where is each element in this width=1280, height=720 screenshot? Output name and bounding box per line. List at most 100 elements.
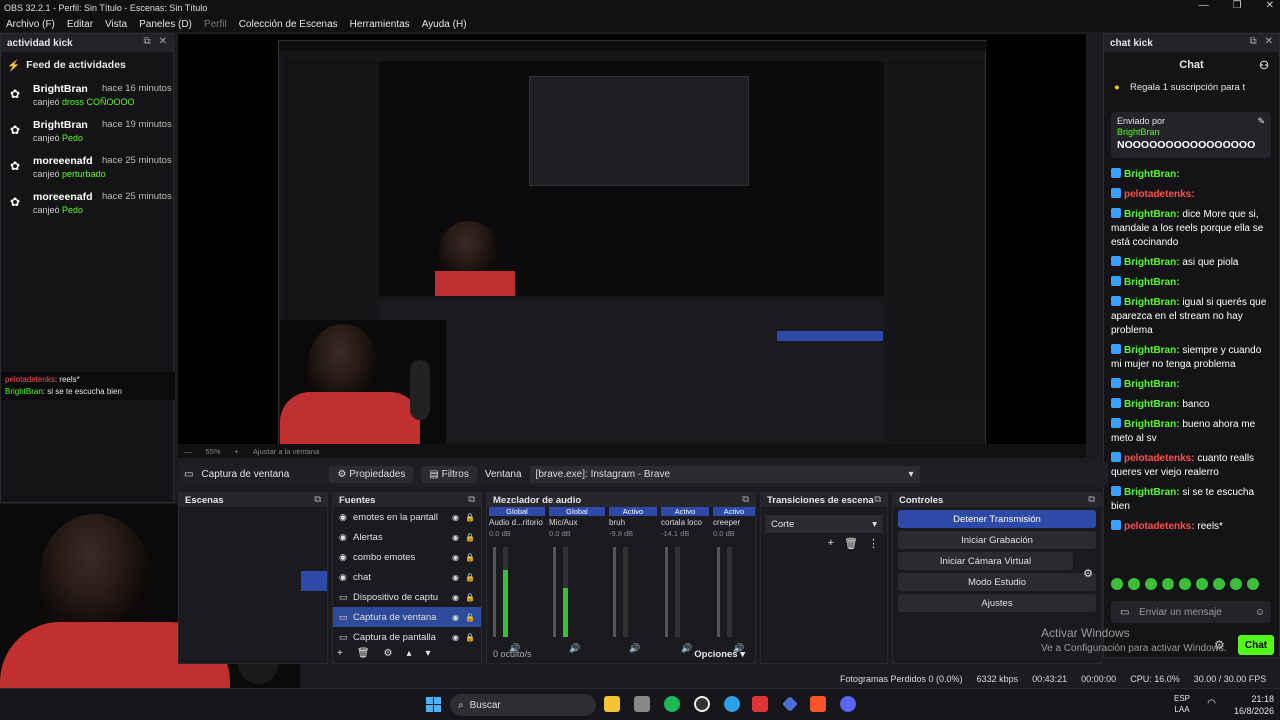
add-icon[interactable]: + [337,648,343,659]
volume-slider[interactable] [553,547,556,637]
visibility-icon[interactable]: ◉ [452,593,459,602]
dock-menu-icon[interactable]: ⧉ [874,494,881,505]
lock-icon[interactable]: 🔒 [465,513,475,522]
start-recording-button[interactable]: Iniciar Grabación [898,531,1096,549]
store-icon[interactable] [634,696,650,712]
speaker-icon[interactable]: 🔊 [681,643,692,654]
zoom-fit-select[interactable]: Ajustar a la ventana [253,447,319,456]
source-item[interactable]: ◉ Alertas ◉ 🔒 [333,527,481,547]
app-diamond-icon[interactable] [782,696,798,712]
emoji-icon[interactable]: ☺ [1255,607,1265,618]
language-indicator[interactable]: ESP LAA [1174,693,1190,715]
taskbar-search[interactable]: ⌕ Buscar [450,694,596,716]
chevron-down-icon[interactable]: ▾ [426,648,431,659]
selected-scene[interactable] [301,571,327,591]
gear-icon[interactable]: ⚙ [1083,567,1093,580]
chat-user[interactable]: pelotadetenks: [1124,189,1195,200]
visibility-icon[interactable]: ◉ [452,633,459,642]
settings-button[interactable]: Ajustes [898,594,1096,612]
close-icon[interactable]: ✕ [1266,0,1274,11]
gear-icon[interactable]: ⚙ [384,648,393,659]
float-icon[interactable]: ⧉ [1249,36,1256,47]
lock-icon[interactable]: 🔒 [465,613,475,622]
speaker-icon[interactable]: 🔊 [569,643,580,654]
chat-user[interactable]: BrightBran: [1124,277,1180,288]
chat-user[interactable]: BrightBran: [1124,209,1180,220]
pin-icon[interactable]: ✎ [1257,116,1265,127]
emote-icon[interactable] [1213,578,1225,590]
chat-user[interactable]: BrightBran: [1124,345,1180,356]
lock-icon[interactable]: 🔒 [465,573,475,582]
source-item-selected[interactable]: ▭ Captura de ventana ◉ 🔒 [333,607,481,627]
visibility-icon[interactable]: ◉ [452,573,459,582]
visibility-icon[interactable]: ◉ [452,613,459,622]
speaker-icon[interactable]: 🔊 [629,643,640,654]
volume-slider[interactable] [665,547,668,637]
minimize-icon[interactable]: — [1199,0,1209,11]
lock-icon[interactable]: 🔒 [465,533,475,542]
chat-user[interactable]: BrightBran: [1124,297,1180,308]
clock[interactable]: 21:18 16/8/2026 [1234,693,1274,717]
chat-send-button[interactable]: Chat [1238,635,1274,655]
emote-icon[interactable] [1145,578,1157,590]
source-item[interactable]: ▭ Captura de pantalla ◉ 🔒 [333,627,481,647]
menu-archivo[interactable]: Archivo (F) [6,19,55,30]
emote-icon[interactable] [1196,578,1208,590]
menu-ayuda[interactable]: Ayuda (H) [422,19,467,30]
source-item[interactable]: ▭ Dispositivo de captu ◉ 🔒 [333,587,481,607]
float-icon[interactable]: ⧉ [143,36,150,47]
visibility-icon[interactable]: ◉ [452,553,459,562]
obs-icon[interactable] [694,696,710,712]
brave-icon[interactable] [810,696,826,712]
studio-mode-button[interactable]: Modo Estudio [898,573,1096,591]
zoom-in-icon[interactable]: + [235,447,239,456]
emote-icon[interactable] [1162,578,1174,590]
close-dock-icon[interactable]: ✕ [1265,36,1273,47]
lock-icon[interactable]: 🔒 [465,633,475,642]
chat-user[interactable]: pelotadetenks: [1124,453,1195,464]
chat-user[interactable]: BrightBran: [1124,257,1180,268]
visibility-icon[interactable]: ◉ [452,513,459,522]
transition-select[interactable]: Corte ▾ [765,515,883,533]
add-icon[interactable]: + [828,537,834,550]
maximize-icon[interactable]: ❐ [1233,0,1242,11]
menu-herramientas[interactable]: Herramientas [350,19,410,30]
menu-vista[interactable]: Vista [105,19,127,30]
emote-icon[interactable] [1179,578,1191,590]
stop-stream-button[interactable]: Detener Transmisión [898,510,1096,528]
menu-editar[interactable]: Editar [67,19,93,30]
windows-start-icon[interactable] [426,697,441,712]
source-item[interactable]: ◉ emotes en la pantall ◉ 🔒 [333,507,481,527]
chat-user[interactable]: BrightBran: [1124,419,1180,430]
trash-icon[interactable]: 🗑 [844,537,858,550]
volume-slider[interactable] [493,547,496,637]
properties-button[interactable]: ⚙ Propiedades [329,465,414,483]
app-icon[interactable] [752,696,768,712]
discord-icon[interactable] [840,696,856,712]
chat-user[interactable]: pelotadetenks: [1124,521,1195,532]
emote-icon[interactable] [1128,578,1140,590]
menu-coleccion[interactable]: Colección de Escenas [239,19,338,30]
more-icon[interactable]: ⋮ [868,537,879,550]
volume-slider[interactable] [717,547,720,637]
edge-icon[interactable] [724,696,740,712]
zoom-out-icon[interactable]: — [184,447,192,456]
source-item[interactable]: ◉ combo emotes ◉ 🔒 [333,547,481,567]
dock-menu-icon[interactable]: ⧉ [314,494,321,505]
virtual-camera-button[interactable]: Iniciar Cámara Virtual [898,552,1073,570]
file-explorer-icon[interactable] [604,696,620,712]
menu-perfil[interactable]: Perfil [204,19,227,30]
dock-menu-icon[interactable]: ⧉ [742,494,749,505]
volume-slider[interactable] [613,547,616,637]
visibility-icon[interactable]: ◉ [452,533,459,542]
pinned-message[interactable]: Enviado por ✎ BrightBran NOOOOOOOOOOOOOOO… [1111,112,1271,158]
spotify-icon[interactable] [664,696,680,712]
chat-input[interactable]: ▭ Enviar un mensaje ☺ [1111,601,1271,623]
chevron-up-icon[interactable]: ▴ [407,648,412,659]
wifi-icon[interactable]: ◠ [1207,698,1216,709]
emote-icon[interactable] [1111,578,1123,590]
dock-menu-icon[interactable]: ⧉ [1088,494,1095,505]
chat-user[interactable]: BrightBran: [1124,379,1180,390]
trash-icon[interactable]: 🗑 [357,648,370,659]
source-item[interactable]: ◉ chat ◉ 🔒 [333,567,481,587]
